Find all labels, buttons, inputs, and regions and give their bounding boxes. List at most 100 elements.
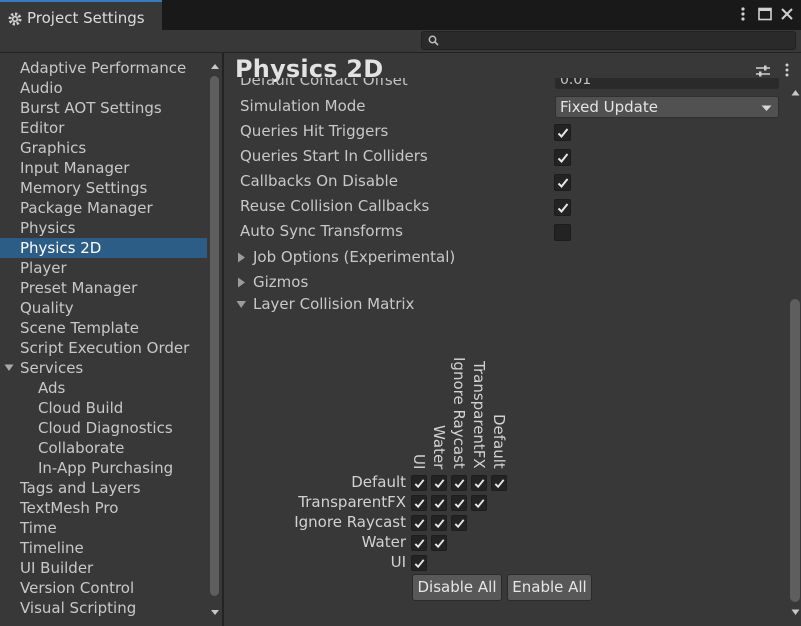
scroll-down-arrow-icon[interactable] bbox=[791, 609, 800, 616]
sidebar-item-scene-template[interactable]: Scene Template bbox=[0, 318, 207, 338]
tab-title: Project Settings bbox=[27, 9, 145, 27]
sidebar-item-version-control[interactable]: Version Control bbox=[0, 578, 207, 598]
sidebar-item-physics-2d[interactable]: Physics 2D bbox=[0, 238, 207, 258]
main-scroll-thumb[interactable] bbox=[790, 299, 800, 602]
sidebar-item-graphics[interactable]: Graphics bbox=[0, 138, 207, 158]
sidebar-item-quality[interactable]: Quality bbox=[0, 298, 207, 318]
search-field[interactable] bbox=[421, 31, 796, 50]
sidebar-item-audio[interactable]: Audio bbox=[0, 78, 207, 98]
scroll-up-arrow-icon[interactable] bbox=[791, 89, 800, 96]
scroll-down-arrow-icon[interactable] bbox=[210, 609, 220, 617]
matrix-checkbox[interactable] bbox=[411, 515, 427, 531]
sidebar-item-ads[interactable]: Ads bbox=[0, 378, 207, 398]
queries-hit-triggers-label: Queries Hit Triggers bbox=[240, 122, 389, 140]
matrix-checkbox[interactable] bbox=[411, 495, 427, 511]
settings-menu-icon[interactable] bbox=[781, 62, 793, 78]
matrix-checkbox[interactable] bbox=[491, 475, 507, 491]
sidebar-item-label: Time bbox=[20, 519, 57, 537]
sidebar-item-script-execution-order[interactable]: Script Execution Order bbox=[0, 338, 207, 358]
sidebar-item-cloud-build[interactable]: Cloud Build bbox=[0, 398, 207, 418]
sidebar-item-label: Visual Scripting bbox=[20, 599, 137, 617]
sidebar-item-label: Physics bbox=[20, 219, 76, 237]
matrix-row-label: Default bbox=[351, 473, 406, 491]
matrix-column-label: Ignore Raycast bbox=[450, 357, 468, 469]
kebab-menu-icon[interactable] bbox=[735, 6, 751, 22]
matrix-column-label: UI bbox=[410, 453, 428, 469]
sidebar-item-ui-builder[interactable]: UI Builder bbox=[0, 558, 207, 578]
sidebar-item-label: In-App Purchasing bbox=[38, 459, 174, 477]
scroll-up-arrow-icon[interactable] bbox=[210, 62, 220, 70]
queries-start-in-colliders-checkbox[interactable] bbox=[554, 149, 571, 166]
foldout-gizmos[interactable]: Gizmos bbox=[236, 273, 308, 291]
matrix-checkbox[interactable] bbox=[471, 475, 487, 491]
callbacks-on-disable-label: Callbacks On Disable bbox=[240, 172, 398, 190]
matrix-checkbox[interactable] bbox=[411, 475, 427, 491]
sidebar-item-services[interactable]: Services bbox=[0, 358, 207, 378]
maximize-icon[interactable] bbox=[757, 6, 773, 22]
matrix-checkbox[interactable] bbox=[411, 535, 427, 551]
sidebar-item-adaptive-performance[interactable]: Adaptive Performance bbox=[0, 58, 207, 78]
expand-arrow-icon[interactable] bbox=[4, 364, 14, 372]
sidebar-item-package-manager[interactable]: Package Manager bbox=[0, 198, 207, 218]
main-scrollbar[interactable] bbox=[789, 86, 801, 626]
sidebar-scroll-thumb[interactable] bbox=[210, 76, 219, 596]
matrix-row-label: UI bbox=[390, 553, 406, 571]
matrix-checkbox[interactable] bbox=[431, 515, 447, 531]
checkmark-icon bbox=[434, 479, 445, 489]
queries-hit-triggers-checkbox[interactable] bbox=[554, 124, 571, 141]
sidebar-item-label: Audio bbox=[20, 79, 63, 97]
foldout-layer-collision-matrix[interactable]: Layer Collision Matrix bbox=[236, 295, 414, 313]
sidebar-item-label: Quality bbox=[20, 299, 74, 317]
sidebar-item-burst-aot-settings[interactable]: Burst AOT Settings bbox=[0, 98, 207, 118]
sidebar-item-player[interactable]: Player bbox=[0, 258, 207, 278]
matrix-row-label: Ignore Raycast bbox=[294, 513, 406, 531]
matrix-checkbox[interactable] bbox=[411, 555, 427, 571]
foldout-job-options-experimental[interactable]: Job Options (Experimental) bbox=[236, 248, 455, 266]
sidebar-item-label: Collaborate bbox=[38, 439, 125, 457]
disable-all-button[interactable]: Disable All bbox=[412, 574, 502, 601]
sidebar-item-timeline[interactable]: Timeline bbox=[0, 538, 207, 558]
sidebar-item-physics[interactable]: Physics bbox=[0, 218, 207, 238]
enable-all-button[interactable]: Enable All bbox=[507, 574, 592, 601]
sidebar-item-tags-and-layers[interactable]: Tags and Layers bbox=[0, 478, 207, 498]
auto-sync-transforms-checkbox[interactable] bbox=[554, 224, 571, 241]
matrix-checkbox[interactable] bbox=[431, 475, 447, 491]
sidebar-item-preset-manager[interactable]: Preset Manager bbox=[0, 278, 207, 298]
sidebar-scrollbar[interactable] bbox=[207, 53, 222, 626]
tab-project-settings[interactable]: Project Settings bbox=[0, 0, 162, 31]
auto-sync-transforms-label: Auto Sync Transforms bbox=[240, 222, 403, 240]
matrix-checkbox[interactable] bbox=[451, 515, 467, 531]
matrix-checkbox[interactable] bbox=[431, 495, 447, 511]
preset-sliders-icon[interactable] bbox=[755, 63, 771, 79]
sidebar-item-label: Burst AOT Settings bbox=[20, 99, 162, 117]
sidebar-item-time[interactable]: Time bbox=[0, 518, 207, 538]
sidebar-item-editor[interactable]: Editor bbox=[0, 118, 207, 138]
matrix-checkbox[interactable] bbox=[471, 495, 487, 511]
sidebar-item-label: Player bbox=[20, 259, 67, 277]
sidebar-item-textmesh-pro[interactable]: TextMesh Pro bbox=[0, 498, 207, 518]
sidebar-item-label: Cloud Diagnostics bbox=[38, 419, 173, 437]
default-contact-offset-field[interactable]: 0.01 bbox=[555, 78, 779, 89]
reuse-collision-callbacks-checkbox[interactable] bbox=[554, 199, 571, 216]
matrix-checkbox[interactable] bbox=[451, 495, 467, 511]
close-icon[interactable] bbox=[779, 6, 795, 22]
sidebar-item-visual-scripting[interactable]: Visual Scripting bbox=[0, 598, 207, 618]
sidebar: Adaptive Performance Audio Burst AOT Setti… bbox=[0, 53, 207, 626]
sidebar-item-memory-settings[interactable]: Memory Settings bbox=[0, 178, 207, 198]
matrix-checkbox[interactable] bbox=[451, 475, 467, 491]
checkmark-icon bbox=[414, 499, 425, 509]
matrix-checkbox[interactable] bbox=[431, 535, 447, 551]
sidebar-item-label: Timeline bbox=[20, 539, 84, 557]
sidebar-item-collaborate[interactable]: Collaborate bbox=[0, 438, 207, 458]
sidebar-item-in-app-purchasing[interactable]: In-App Purchasing bbox=[0, 458, 207, 478]
callbacks-on-disable-checkbox[interactable] bbox=[554, 174, 571, 191]
checkmark-icon bbox=[474, 499, 485, 509]
sidebar-item-cloud-diagnostics[interactable]: Cloud Diagnostics bbox=[0, 418, 207, 438]
checkmark-icon bbox=[434, 499, 445, 509]
checkmark-icon bbox=[557, 128, 569, 138]
sidebar-item-label: Memory Settings bbox=[20, 179, 148, 197]
panel-divider[interactable] bbox=[222, 53, 224, 626]
sidebar-item-input-manager[interactable]: Input Manager bbox=[0, 158, 207, 178]
sidebar-item-label: Version Control bbox=[20, 579, 135, 597]
simulation-mode-dropdown[interactable]: Fixed Update bbox=[555, 96, 779, 118]
